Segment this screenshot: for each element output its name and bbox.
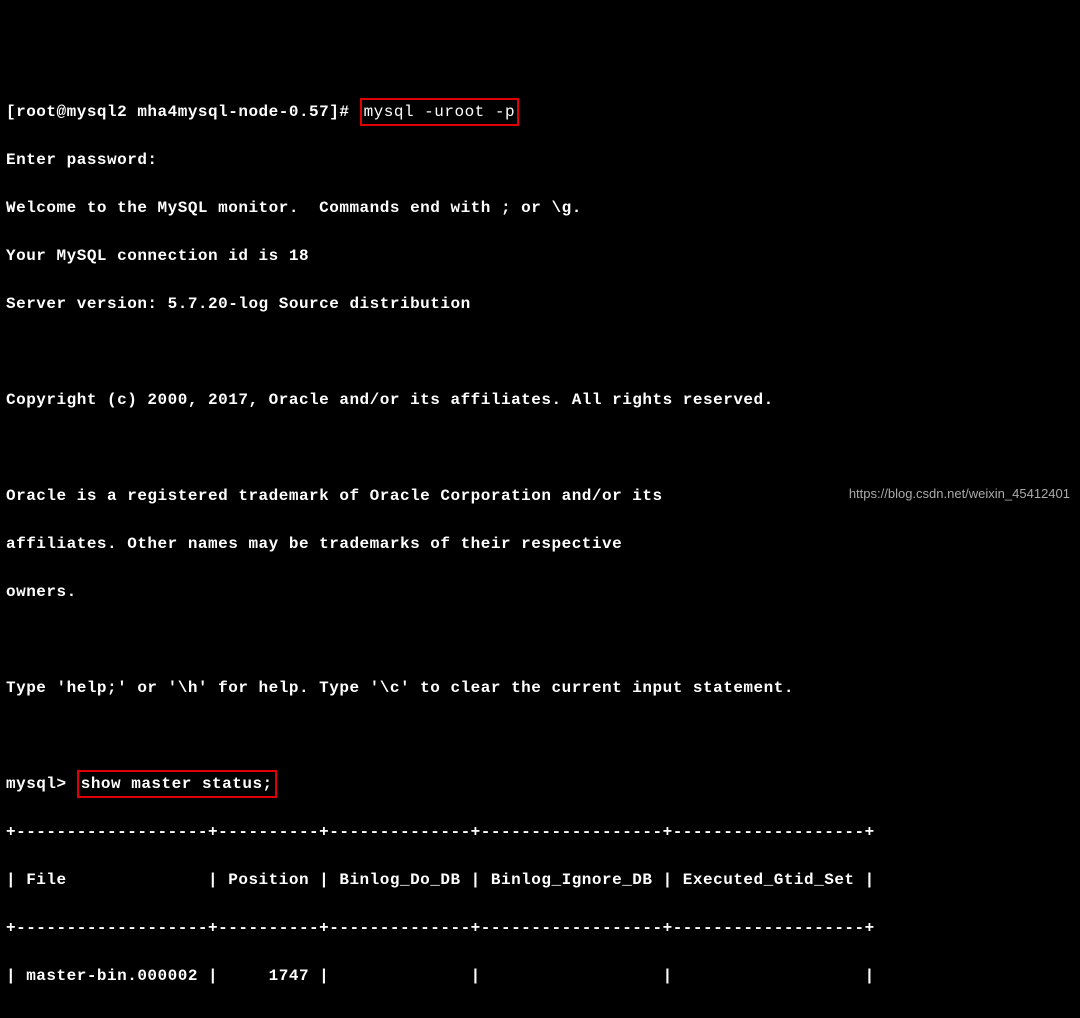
highlight-command-box: mysql -uroot -p	[360, 98, 520, 126]
blank-line	[6, 628, 1074, 652]
blank-line	[6, 724, 1074, 748]
table-border-bot: +-------------------+----------+--------…	[6, 1012, 1074, 1018]
mysql-prompt-line: mysql> show master status;	[6, 772, 1074, 796]
table-header: | File | Position | Binlog_Do_DB | Binlo…	[6, 868, 1074, 892]
table-border-top: +-------------------+----------+--------…	[6, 820, 1074, 844]
blank-line	[6, 436, 1074, 460]
table-row: | master-bin.000002 | 1747 | | | |	[6, 964, 1074, 988]
highlight-query-box: show master status;	[77, 770, 277, 798]
table-border-mid: +-------------------+----------+--------…	[6, 916, 1074, 940]
welcome-line: Welcome to the MySQL monitor. Commands e…	[6, 196, 1074, 220]
server-version: Server version: 5.7.20-log Source distri…	[6, 292, 1074, 316]
blank-line	[6, 340, 1074, 364]
shell-prompt-line: [root@mysql2 mha4mysql-node-0.57]# mysql…	[6, 100, 1074, 124]
help-line: Type 'help;' or '\h' for help. Type '\c'…	[6, 676, 1074, 700]
shell-command[interactable]: mysql -uroot -p	[364, 103, 516, 121]
shell-prompt[interactable]: [root@mysql2 mha4mysql-node-0.57]#	[6, 103, 360, 121]
trademark-2: affiliates. Other names may be trademark…	[6, 532, 1074, 556]
copyright: Copyright (c) 2000, 2017, Oracle and/or …	[6, 388, 1074, 412]
enter-password: Enter password:	[6, 148, 1074, 172]
mysql-prompt[interactable]: mysql>	[6, 775, 77, 793]
trademark-3: owners.	[6, 580, 1074, 604]
watermark: https://blog.csdn.net/weixin_45412401	[849, 484, 1070, 504]
connection-id: Your MySQL connection id is 18	[6, 244, 1074, 268]
mysql-query[interactable]: show master status;	[81, 775, 273, 793]
